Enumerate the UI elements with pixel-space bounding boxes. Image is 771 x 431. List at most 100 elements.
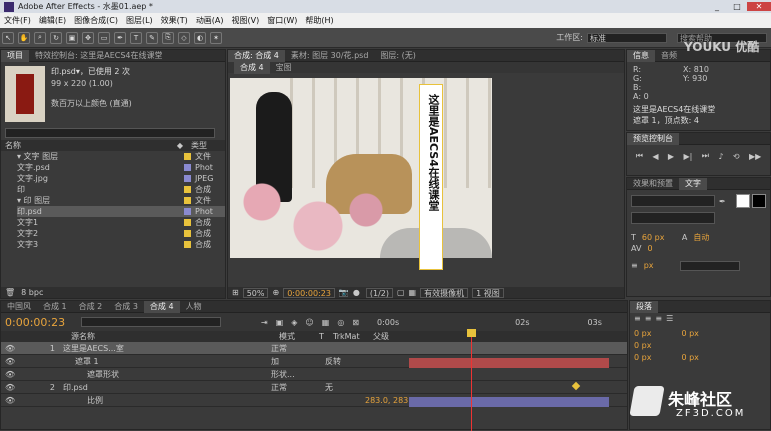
col-mode[interactable]: 模式: [279, 331, 319, 342]
cti-head-icon[interactable]: [467, 329, 476, 337]
layer-mode[interactable]: 正常: [271, 382, 325, 393]
text-tool-icon[interactable]: T: [130, 31, 142, 44]
bpc-label[interactable]: 8 bpc: [21, 288, 43, 297]
project-item[interactable]: ▾ 文字 图层 文件: [17, 151, 225, 162]
minimize-button[interactable]: _: [707, 2, 727, 11]
safe-zones-icon[interactable]: ⊕: [272, 288, 279, 297]
layer-name[interactable]: 印.psd: [63, 382, 271, 393]
col-source-name[interactable]: 源名称: [71, 331, 279, 342]
pen-tool-icon[interactable]: ✒: [114, 31, 126, 44]
stroke-color-swatch[interactable]: [751, 194, 766, 208]
layer-name[interactable]: 遮罩 1: [75, 356, 271, 367]
loop-icon[interactable]: ⟲: [733, 152, 740, 161]
visibility-eye-icon[interactable]: 👁: [5, 383, 17, 392]
menu-file[interactable]: 文件(F): [0, 15, 35, 26]
indent-first[interactable]: 0 px: [634, 341, 651, 350]
clone-tool-icon[interactable]: ⎘: [162, 31, 174, 44]
play-icon[interactable]: ▶: [668, 152, 674, 161]
project-item[interactable]: 文字2 合成: [17, 228, 225, 239]
kerning-value[interactable]: 0: [647, 244, 652, 253]
puppet-tool-icon[interactable]: ✶: [210, 31, 222, 44]
timeline-search-input[interactable]: [81, 317, 221, 327]
tab-effects-presets[interactable]: 效果和预置: [627, 178, 679, 190]
project-item[interactable]: 文字.jpg JPEG: [17, 173, 225, 184]
tab-project[interactable]: 项目: [1, 49, 29, 62]
shy-icon[interactable]: ☺: [305, 318, 313, 327]
project-item[interactable]: 文字1 合成: [17, 217, 225, 228]
tab-footage[interactable]: 素材: 图层 30/花.psd: [285, 50, 375, 62]
zoom-select[interactable]: 50%: [242, 287, 269, 298]
close-button[interactable]: ✕: [747, 2, 771, 11]
timeline-tab[interactable]: 合成 2: [73, 301, 109, 313]
menu-edit[interactable]: 编辑(E): [35, 15, 70, 26]
workspace-select[interactable]: 标准: [587, 32, 667, 43]
timeline-tab[interactable]: 合成 4: [143, 300, 180, 313]
menu-animation[interactable]: 动画(A): [192, 15, 228, 26]
channel-icon[interactable]: ●: [353, 288, 360, 297]
tab-preview[interactable]: 预览控制台: [627, 132, 679, 145]
col-name-header[interactable]: 名称: [5, 140, 177, 151]
col-t[interactable]: T: [319, 332, 333, 341]
snapshot-icon[interactable]: 📷: [339, 288, 349, 297]
zoom-tool-icon[interactable]: ⌕: [34, 31, 46, 44]
col-parent[interactable]: 父级: [373, 331, 389, 342]
align-right-icon[interactable]: ≡: [655, 314, 662, 323]
overlay-text[interactable]: 这里是AECS4在线课堂: [423, 94, 440, 211]
camera-select[interactable]: 有效摄像机: [420, 287, 469, 298]
tab-paragraph[interactable]: 段落: [630, 300, 658, 313]
track-bar-layer1[interactable]: [409, 358, 609, 368]
comp-canvas[interactable]: [230, 78, 492, 258]
next-frame-icon[interactable]: ▶|: [683, 152, 692, 161]
trash-icon[interactable]: 🗑: [5, 288, 15, 297]
space-after[interactable]: 0 px: [681, 353, 698, 362]
timeline-row[interactable]: 👁 1 这里是AECS...室 正常: [1, 342, 627, 355]
mask-tool-icon[interactable]: ▭: [98, 31, 110, 44]
font-family-select[interactable]: [631, 195, 715, 207]
menu-view[interactable]: 视图(V): [228, 15, 264, 26]
fill-color-swatch[interactable]: [735, 194, 750, 208]
transparency-grid-icon[interactable]: ▦: [409, 288, 417, 297]
audio-icon[interactable]: ♪: [718, 152, 723, 161]
timeline-tab[interactable]: 中国风: [1, 301, 37, 313]
layer-trkmat[interactable]: 反转: [325, 356, 365, 367]
layer-mode[interactable]: 正常: [271, 343, 325, 354]
eyedropper-icon[interactable]: ✒: [719, 197, 726, 206]
indent-left[interactable]: 0 px: [634, 329, 651, 338]
font-size-value[interactable]: 60 px: [642, 233, 682, 242]
layer-name[interactable]: 遮罩形状: [87, 369, 271, 380]
comp-mini-flowchart-icon[interactable]: ⇥: [261, 318, 268, 327]
graph-editor-icon[interactable]: ⊠: [352, 318, 359, 327]
tab-audio[interactable]: 音频: [655, 50, 683, 62]
layer-mode[interactable]: 加: [271, 356, 325, 367]
resolution-select[interactable]: (1/2): [365, 287, 393, 298]
tab-effect-controls[interactable]: 特效控制台: 这里是AECS4在线课堂: [29, 50, 169, 62]
visibility-eye-icon[interactable]: 👁: [5, 344, 17, 353]
camera-tool-icon[interactable]: ▣: [66, 31, 78, 44]
timeline-tab[interactable]: 合成 3: [108, 301, 144, 313]
brush-tool-icon[interactable]: ✎: [146, 31, 158, 44]
tab-layer[interactable]: 图层: (无): [374, 50, 421, 62]
roto-tool-icon[interactable]: ◐: [194, 31, 206, 44]
col-type-header[interactable]: 类型: [191, 140, 221, 151]
visibility-eye-icon[interactable]: 👁: [5, 370, 17, 379]
layer-name[interactable]: 比例: [87, 395, 271, 406]
menu-help[interactable]: 帮助(H): [301, 15, 337, 26]
comp-timecode[interactable]: 0:00:00:23: [283, 287, 335, 298]
hand-tool-icon[interactable]: ✋: [18, 31, 30, 44]
timeline-timecode[interactable]: 0:00:00:23: [5, 316, 81, 329]
frame-blend-icon[interactable]: ▦: [322, 318, 330, 327]
project-item[interactable]: 文字3 合成: [17, 239, 225, 250]
visibility-eye-icon[interactable]: 👁: [5, 396, 17, 405]
project-item[interactable]: 印 合成: [17, 184, 225, 195]
menu-layer[interactable]: 图层(L): [122, 15, 157, 26]
leading-value[interactable]: 自动: [693, 232, 709, 243]
layer-trkmat[interactable]: 无: [325, 382, 365, 393]
subtab-baotu[interactable]: 宝图: [270, 62, 298, 74]
maximize-button[interactable]: □: [727, 2, 747, 11]
ram-preview-icon[interactable]: ▶▶: [749, 152, 761, 161]
first-frame-icon[interactable]: ⏮: [636, 151, 643, 161]
tab-info[interactable]: 信息: [627, 49, 655, 62]
timeline-tab[interactable]: 合成 1: [37, 301, 73, 313]
stroke-unit[interactable]: px: [644, 261, 680, 270]
font-style-select[interactable]: [631, 212, 715, 224]
